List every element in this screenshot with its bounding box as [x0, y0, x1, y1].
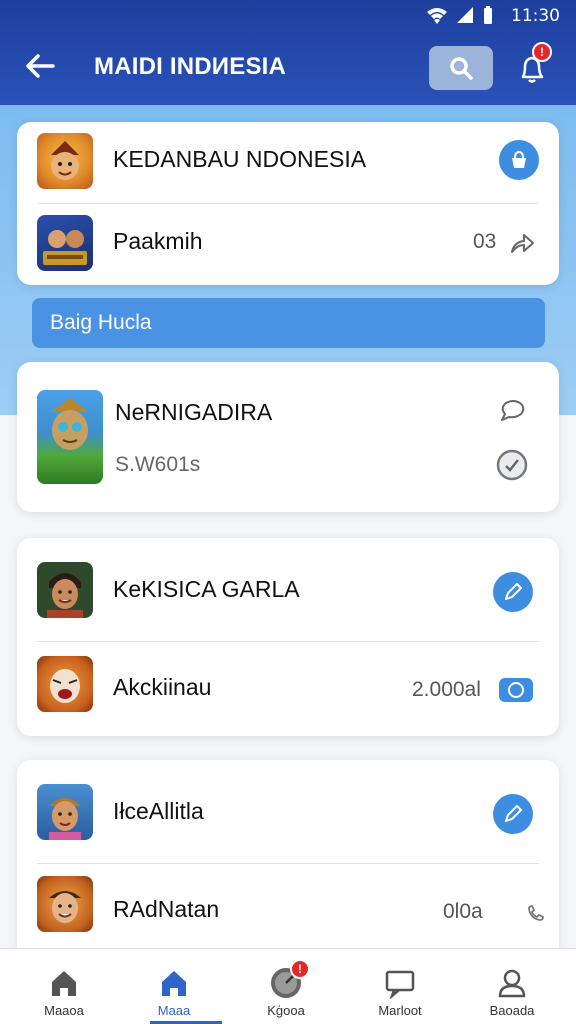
user-icon — [494, 965, 530, 1001]
battery-icon — [484, 6, 492, 24]
nav-label: Maaa — [157, 1003, 191, 1018]
nav-label: Maaoa — [44, 1003, 84, 1018]
row-title: IłceAllitla — [113, 798, 204, 824]
card-featured: KEDANBAU NDONESIA Paakmih 03 — [17, 122, 559, 285]
nav-badge: ! — [290, 959, 310, 979]
list-item[interactable]: Paakmih 03 — [17, 204, 559, 282]
phone-icon — [528, 905, 544, 921]
share-arrow-icon — [511, 234, 534, 253]
section-header[interactable]: Baig Hucla — [32, 298, 545, 348]
row-title: RAdNatan — [113, 896, 220, 922]
call-button[interactable] — [521, 896, 551, 930]
circle-check-icon — [496, 449, 528, 481]
edit-button[interactable] — [493, 572, 533, 612]
pencil-icon — [505, 805, 522, 822]
notification-badge: ! — [532, 42, 552, 62]
avatar — [37, 656, 93, 712]
avatar — [37, 390, 103, 484]
status-icons — [426, 5, 494, 25]
arrow-left-icon — [26, 54, 55, 78]
avatar — [37, 133, 93, 189]
home-icon — [46, 965, 82, 1001]
nav-item-home[interactable]: Maaoa — [14, 949, 114, 1024]
nav-label: Kġooa — [267, 1003, 305, 1018]
avatar — [37, 876, 93, 932]
bottom-navigation: Maaoa Maaa ! Kġooa Marloot Baoada — [0, 948, 576, 1024]
nav-item-games[interactable]: ! Kġooa — [236, 949, 336, 1024]
status-time: 11:30 — [511, 6, 560, 26]
row-title: Akckiinau — [113, 674, 212, 700]
nav-item-market[interactable]: Marloot — [350, 949, 450, 1024]
shop-button[interactable] — [499, 140, 539, 180]
favorite-button[interactable] — [495, 448, 529, 482]
list-item[interactable]: IłceAllitla — [17, 760, 559, 864]
nav-item-profile[interactable]: Baoada — [462, 949, 562, 1024]
back-button[interactable] — [22, 48, 58, 84]
row-value: 03 — [473, 230, 497, 253]
chat-icon — [382, 965, 418, 1001]
toggle-knob-icon — [508, 682, 524, 698]
status-bar: 11:30 — [0, 0, 576, 30]
nav-item-main[interactable]: Maaa — [124, 949, 224, 1024]
row-value: 2.000al — [412, 678, 481, 701]
chat-bubble-icon — [501, 400, 525, 421]
pencil-icon — [505, 583, 522, 600]
basket-icon — [512, 150, 526, 168]
row-value: 0l0a — [443, 900, 483, 923]
row-title: KeKISICA GARLA — [113, 576, 300, 602]
app-bar: 11:30 MAIDI INDИESIA ! — [0, 0, 576, 105]
gauge-icon: ! — [268, 959, 310, 1001]
section-label: Baig Hucla — [50, 311, 152, 334]
notifications-button[interactable]: ! — [510, 42, 554, 88]
list-item[interactable]: RAdNatan 0l0a — [17, 864, 559, 960]
card-game: NeRNIGADIRA S.W601s — [17, 362, 559, 512]
row-title: NeRNIGADIRA — [115, 399, 273, 425]
avatar — [37, 784, 93, 840]
comment-button[interactable] — [495, 394, 529, 428]
list-item[interactable]: KeKISICA GARLA — [17, 538, 559, 642]
share-button[interactable] — [505, 226, 539, 260]
avatar — [37, 562, 93, 618]
search-button[interactable] — [429, 46, 493, 90]
list-item[interactable]: Akckiinau 2.000al — [17, 642, 559, 736]
avatar — [37, 215, 93, 271]
home-icon — [156, 965, 192, 1001]
card-list: IłceAllitla RAdNatan 0l0a — [17, 760, 559, 960]
page-title: MAIDI INDИESIA — [94, 53, 287, 80]
card-list: KeKISICA GARLA Akckiinau 2.000al — [17, 538, 559, 736]
signal-icon — [457, 7, 473, 23]
search-icon — [450, 57, 473, 80]
nav-label: Marloot — [378, 1003, 422, 1018]
row-title: Paakmih — [113, 228, 203, 254]
row-title: KEDANBAU NDONESIA — [113, 146, 367, 172]
row-subtitle: S.W601s — [115, 453, 201, 476]
list-item[interactable]: KEDANBAU NDONESIA — [17, 122, 559, 200]
nav-label: Baoada — [489, 1003, 535, 1018]
edit-button[interactable] — [493, 794, 533, 834]
toggle-switch[interactable] — [499, 678, 533, 702]
wifi-icon — [427, 8, 447, 24]
